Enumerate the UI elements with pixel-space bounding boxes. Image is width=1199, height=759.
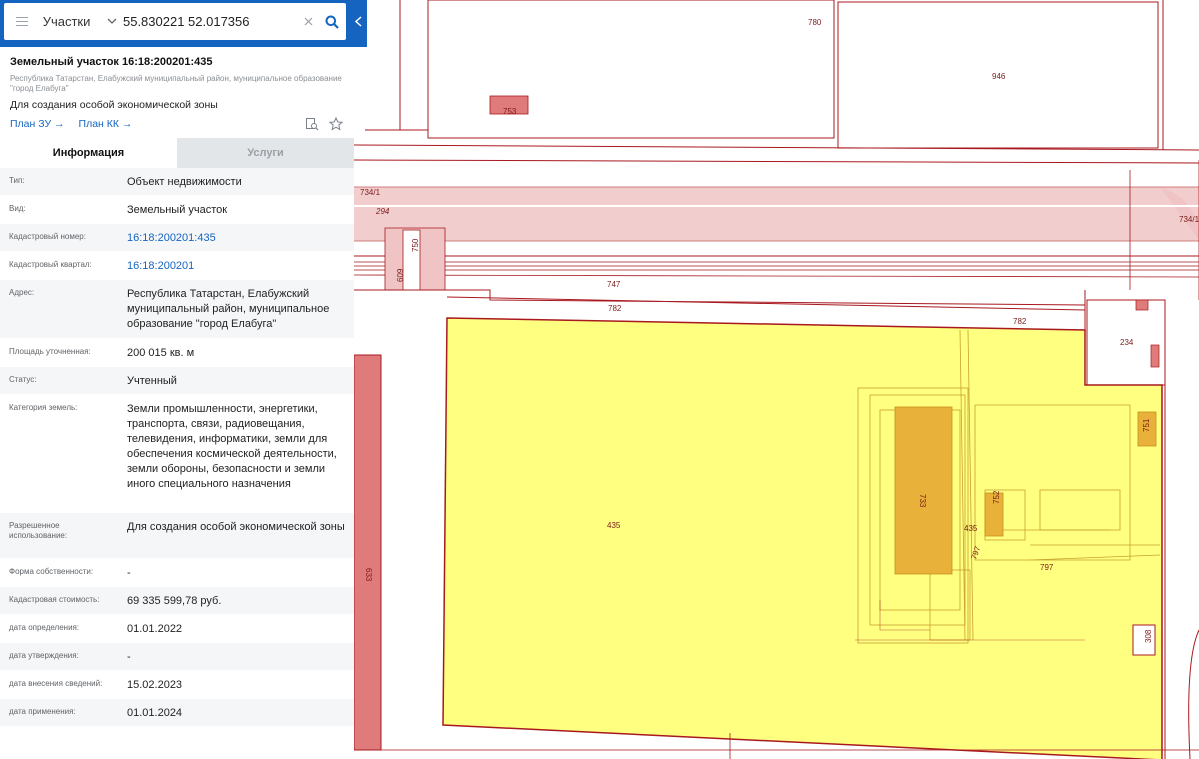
attribute-key: Площадь уточненная: <box>9 347 91 356</box>
print-preview-icon[interactable] <box>304 116 320 132</box>
info-panel: Земельный участок 16:18:200201:435 Респу… <box>0 47 354 759</box>
attribute-key: Вид: <box>9 204 26 213</box>
attribute-row: дата определения: 01.01.2022 <box>0 615 354 643</box>
chevron-left-icon <box>354 16 362 27</box>
parcel-header: Земельный участок 16:18:200201:435 Респу… <box>0 47 354 138</box>
hamburger-icon <box>15 17 28 26</box>
chevron-down-icon <box>107 16 117 27</box>
label-734-1-left: 734/1 <box>360 188 381 197</box>
label-308: 308 <box>1144 629 1153 643</box>
attribute-key: Форма собственности: <box>9 567 94 576</box>
attribute-key: дата определения: <box>9 623 80 632</box>
label-435-inner: 435 <box>964 524 978 533</box>
parcel-780-outline[interactable] <box>427 0 835 139</box>
label-609: 609 <box>396 268 405 282</box>
parcel-633[interactable] <box>353 354 382 751</box>
plan-kk-link[interactable]: План КК → <box>79 118 133 130</box>
label-734-1-right: 734/1 <box>1179 215 1199 224</box>
label-435-main: 435 <box>607 521 621 530</box>
star-icon[interactable] <box>328 116 344 132</box>
collapse-panel-button[interactable] <box>351 3 365 40</box>
attribute-key: дата применения: <box>9 707 76 716</box>
label-750: 750 <box>411 238 420 252</box>
parcel-title: Земельный участок 16:18:200201:435 <box>10 56 213 68</box>
parcel-purpose: Для создания особой экономической зоны <box>10 99 218 111</box>
label-294: 294 <box>375 207 390 216</box>
label-633: 633 <box>364 568 373 582</box>
attribute-key: Разрешенное использование: <box>9 521 68 540</box>
menu-button[interactable] <box>4 3 40 40</box>
attribute-list: Тип: Объект недвижимости Вид: Земельный уча… <box>0 168 354 727</box>
plan-zu-link[interactable]: План ЗУ → <box>10 118 65 130</box>
parcel-links: План ЗУ → План КК → <box>10 116 344 132</box>
attribute-value: Земельный участок <box>127 204 228 216</box>
attribute-value: - <box>127 567 131 579</box>
label-234: 234 <box>1120 338 1134 347</box>
attribute-key: дата внесения сведений: <box>9 679 103 688</box>
attribute-row: Статус: Учтенный <box>0 367 354 395</box>
attribute-row: Площадь уточненная: 200 015 кв. м <box>0 339 354 367</box>
attribute-row: Кадастровый квартал: 16:18:200201 <box>0 252 354 280</box>
attribute-key: Кадастровый номер: <box>9 232 86 241</box>
building-733[interactable] <box>894 406 953 575</box>
attribute-row: Категория земель: Земли промышленности, э… <box>0 395 354 513</box>
attribute-value: 01.01.2022 <box>127 623 183 635</box>
label-733: 733 <box>918 494 927 508</box>
attribute-value: Земли промышленности, энергетики, трансп… <box>127 403 337 490</box>
search-type-label: Участки <box>42 14 91 29</box>
attribute-row: дата внесения сведений: 15.02.2023 <box>0 671 354 699</box>
attribute-key: Статус: <box>9 375 37 384</box>
search-input[interactable] <box>122 3 299 40</box>
label-946: 946 <box>992 72 1006 81</box>
attribute-key: Адрес: <box>9 288 35 297</box>
attribute-row: Кадастровая стоимость: 69 335 599,78 руб. <box>0 587 354 615</box>
attribute-row: дата утверждения: - <box>0 643 354 671</box>
attribute-row: Форма собственности: - <box>0 559 354 587</box>
attribute-value: Учтенный <box>127 375 177 387</box>
attribute-key: Тип: <box>9 176 25 185</box>
attribute-row: Кадастровый номер: 16:18:200201:435 <box>0 224 354 252</box>
attribute-row: Разрешенное использование: Для создания о… <box>0 513 354 559</box>
attribute-key: Кадастровая стоимость: <box>9 595 100 604</box>
parcel-address: Республика Татарстан, Елабужский муницип… <box>10 74 342 93</box>
attribute-value: 69 335 599,78 руб. <box>127 595 222 607</box>
attribute-key: дата утверждения: <box>9 651 79 660</box>
search-icon <box>325 15 339 29</box>
search-bar: Участки <box>0 0 367 47</box>
close-icon <box>304 17 313 26</box>
attribute-value: 01.01.2024 <box>127 707 183 719</box>
search-type-select[interactable]: Участки <box>40 3 123 40</box>
attribute-key: Категория земель: <box>9 403 78 412</box>
selected-parcel-435[interactable] <box>442 317 1163 759</box>
road-band <box>353 144 1199 300</box>
label-751: 751 <box>1142 418 1151 432</box>
attribute-value: - <box>127 651 131 663</box>
label-797-horizontal: 797 <box>1040 563 1054 572</box>
attribute-key: Кадастровый квартал: <box>9 260 92 269</box>
clear-search-button[interactable] <box>299 3 318 40</box>
attribute-value: Республика Татарстан, Елабужский муницип… <box>127 288 330 330</box>
label-752: 752 <box>992 490 1001 504</box>
attribute-row: Тип: Объект недвижимости <box>0 168 354 196</box>
attribute-value: Объект недвижимости <box>127 176 242 188</box>
search-button[interactable] <box>318 3 346 40</box>
label-782-left: 782 <box>608 304 622 313</box>
attribute-value-link[interactable]: 16:18:200201:435 <box>117 224 354 251</box>
label-780: 780 <box>808 18 822 27</box>
attribute-row: Вид: Земельный участок <box>0 196 354 224</box>
tab-services[interactable]: Услуги <box>177 138 354 168</box>
panel-tabs: Информация Услуги <box>0 138 354 168</box>
attribute-row: дата применения: 01.01.2024 <box>0 699 354 727</box>
search-box: Участки <box>4 3 346 40</box>
attribute-value: 200 015 кв. м <box>127 347 195 359</box>
attribute-value: Для создания особой экономической зоны <box>127 521 345 533</box>
label-747: 747 <box>607 280 621 289</box>
label-753: 753 <box>503 107 517 116</box>
tab-information[interactable]: Информация <box>0 138 177 168</box>
attribute-value: 15.02.2023 <box>127 679 183 691</box>
attribute-row: Адрес: Республика Татарстан, Елабужский м… <box>0 280 354 339</box>
attribute-value-link[interactable]: 16:18:200201 <box>117 252 354 279</box>
label-782-right: 782 <box>1013 317 1027 326</box>
